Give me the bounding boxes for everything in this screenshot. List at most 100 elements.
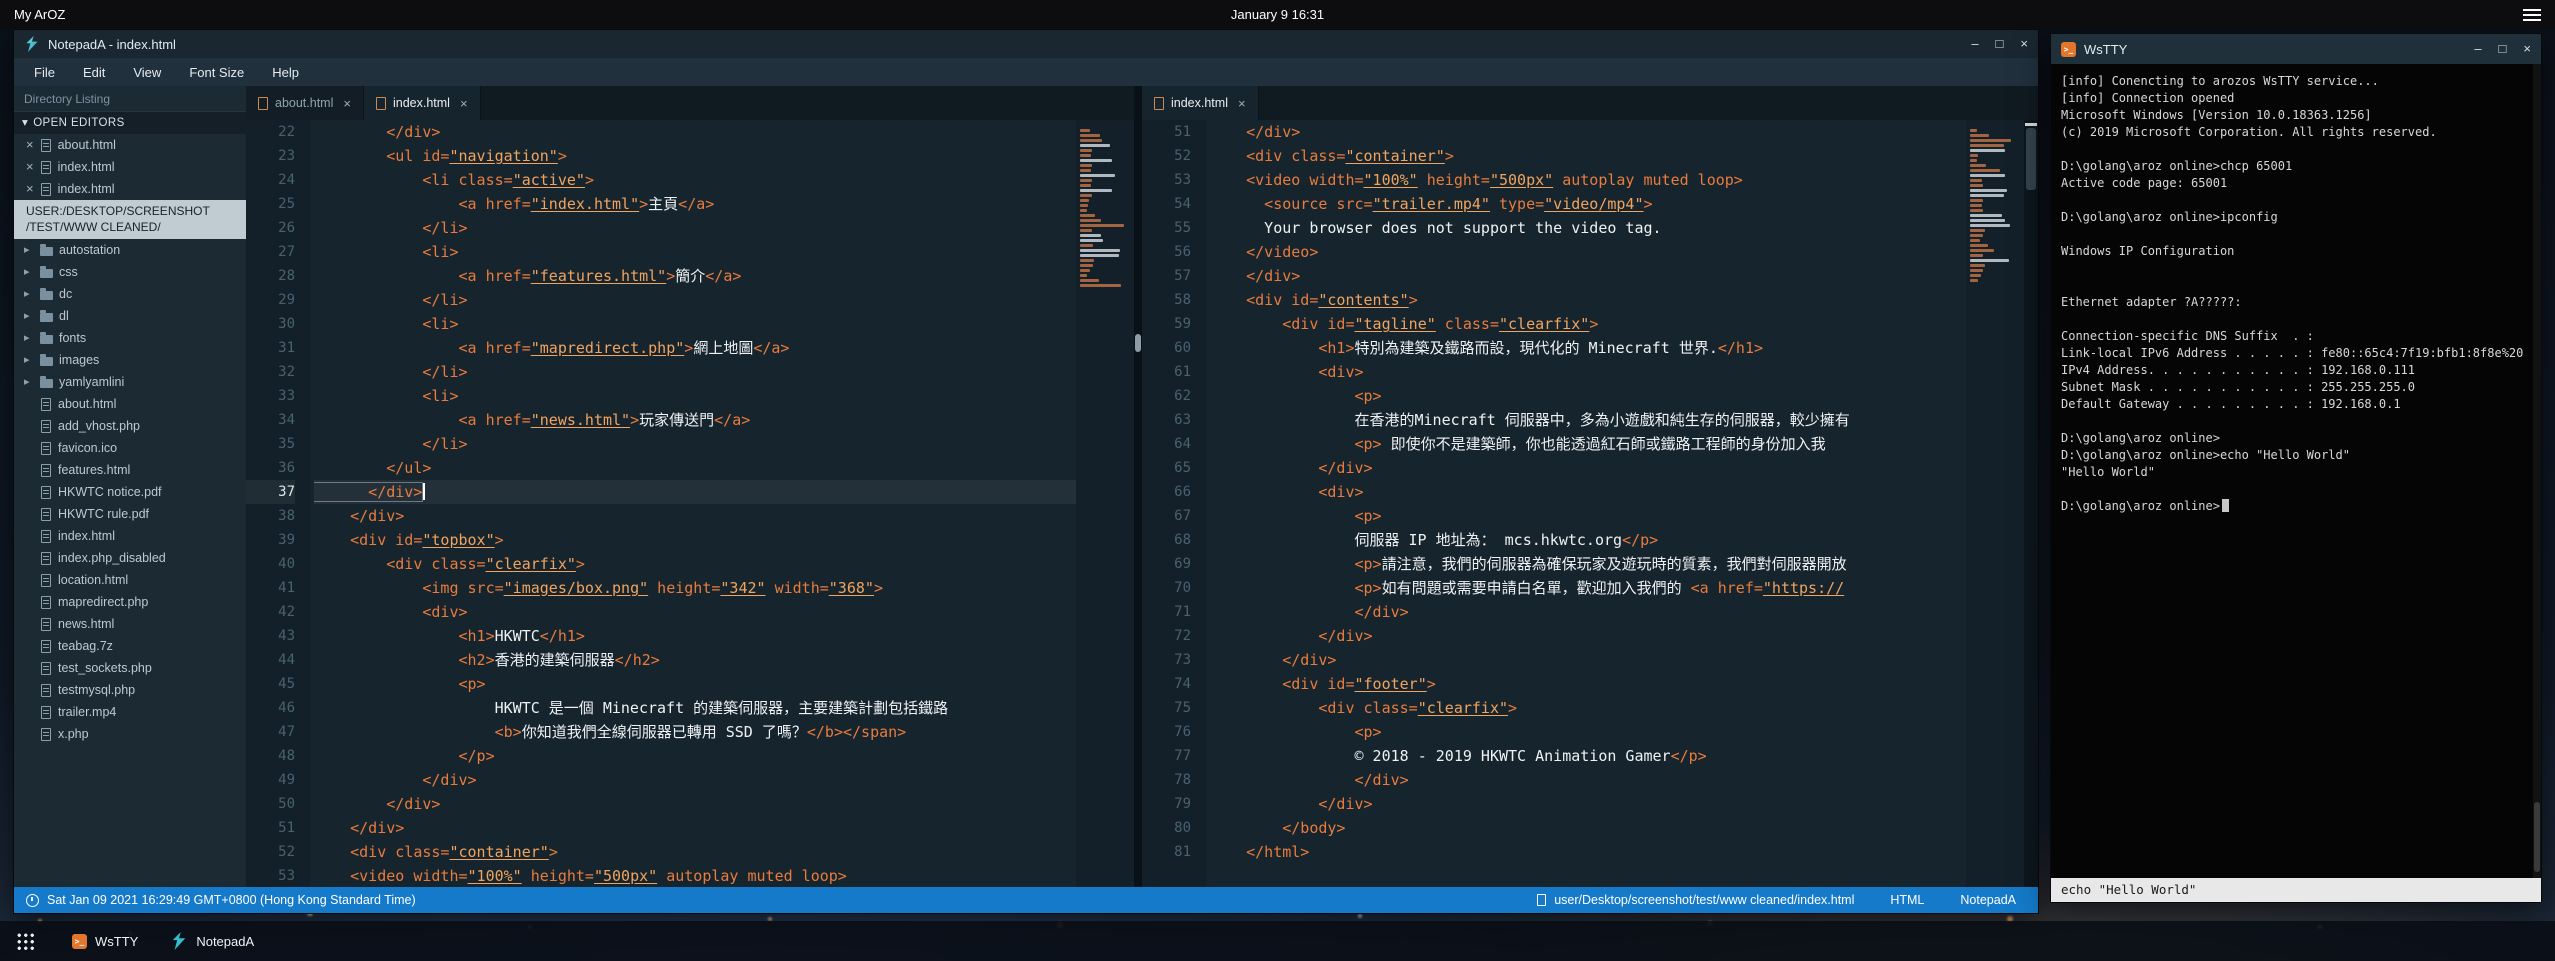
line-number[interactable]: 71 (1142, 600, 1191, 624)
pane-splitter[interactable] (1134, 86, 1142, 887)
line-number[interactable]: 77 (1142, 744, 1191, 768)
line-number[interactable]: 75 (1142, 696, 1191, 720)
code-line[interactable]: <p> 即使你不是建築師，你也能透過紅石師或鐵路工程師的身份加入我 (1210, 432, 1966, 456)
code-line[interactable]: <a href="mapredirect.php">網上地圖</a> (314, 336, 1076, 360)
line-number[interactable]: 28 (246, 264, 295, 288)
code-editor[interactable]: </div> <ul id="navigation"> <li class="a… (310, 120, 1076, 887)
taskbar-item-notepada[interactable]: NotepadA (154, 921, 270, 961)
line-number[interactable]: 53 (246, 864, 295, 888)
tab-about-html[interactable]: about.html × (246, 86, 364, 120)
code-line[interactable]: </div> (1210, 456, 1966, 480)
line-number[interactable]: 81 (1142, 840, 1191, 864)
code-line[interactable]: <div class="container"> (1210, 144, 1966, 168)
line-number[interactable]: 76 (1142, 720, 1191, 744)
line-number[interactable]: 79 (1142, 792, 1191, 816)
line-number[interactable]: 63 (1142, 408, 1191, 432)
line-number[interactable]: 73 (1142, 648, 1191, 672)
code-line[interactable]: <p> (1210, 504, 1966, 528)
sidebar-file-item[interactable]: HKWTC rule.pdf (14, 503, 246, 525)
line-number[interactable]: 74 (1142, 672, 1191, 696)
code-line[interactable]: </li> (314, 288, 1076, 312)
code-area[interactable]: 2223242526272829303132333435363738394041… (246, 120, 1134, 887)
minimap[interactable] (1966, 120, 2024, 887)
line-number[interactable]: 51 (246, 816, 295, 840)
sidebar-folder-item[interactable]: ▸autostation (14, 239, 246, 261)
line-number[interactable]: 32 (246, 360, 295, 384)
code-line[interactable]: <li> (314, 384, 1076, 408)
line-number[interactable]: 26 (246, 216, 295, 240)
code-line[interactable]: </li> (314, 360, 1076, 384)
sidebar-file-item[interactable]: add_vhost.php (14, 415, 246, 437)
code-line[interactable]: </div> (314, 120, 1076, 144)
code-line[interactable]: </div> (1210, 768, 1966, 792)
line-number[interactable]: 78 (1142, 768, 1191, 792)
vertical-scrollbar[interactable] (2024, 120, 2038, 887)
code-line[interactable]: </div> (1210, 120, 1966, 144)
code-line[interactable]: </body> (1210, 816, 1966, 840)
code-line[interactable]: <p>請注意，我們的伺服器為確保玩家及遊玩時的質素，我們對伺服器開放 (1210, 552, 1966, 576)
line-number[interactable]: 47 (246, 720, 295, 744)
code-line[interactable]: <b>你知道我們全線伺服器已轉用 SSD 了嗎？</b></span> (314, 720, 1076, 744)
sidebar-file-item[interactable]: about.html (14, 393, 246, 415)
code-line[interactable]: <li class="active"> (314, 168, 1076, 192)
sidebar-folder-item[interactable]: ▸dc (14, 283, 246, 305)
taskbar-item-wstty[interactable]: WsTTY (56, 921, 154, 961)
close-button[interactable]: × (2020, 30, 2028, 58)
menu-item-help[interactable]: Help (258, 58, 313, 86)
code-line[interactable]: <div class="container"> (314, 840, 1076, 864)
line-number[interactable]: 31 (246, 336, 295, 360)
sidebar-folder-item[interactable]: ▸dl (14, 305, 246, 327)
line-number[interactable]: 46 (246, 696, 295, 720)
code-line[interactable]: <ul id="navigation"> (314, 144, 1076, 168)
menu-item-file[interactable]: File (20, 58, 69, 86)
sidebar-file-item[interactable]: index.php_disabled (14, 547, 246, 569)
line-number[interactable]: 70 (1142, 576, 1191, 600)
code-line[interactable]: <p> (1210, 720, 1966, 744)
code-line[interactable]: </div> (1210, 648, 1966, 672)
sidebar-file-item[interactable]: HKWTC notice.pdf (14, 481, 246, 503)
code-line[interactable]: </div> (314, 792, 1076, 816)
code-line[interactable]: <div> (1210, 360, 1966, 384)
code-line[interactable]: <div class="clearfix"> (1210, 696, 1966, 720)
line-number[interactable]: 30 (246, 312, 295, 336)
code-editor[interactable]: </div> <div class="container"> <video wi… (1206, 120, 1966, 887)
line-number[interactable]: 58 (1142, 288, 1191, 312)
maximize-button[interactable]: □ (2499, 35, 2507, 63)
open-editors-header[interactable]: ▾ OPEN EDITORS (14, 112, 246, 134)
sidebar-file-item[interactable]: news.html (14, 613, 246, 635)
scrollbar-thumb[interactable] (2534, 802, 2540, 872)
line-number[interactable]: 35 (246, 432, 295, 456)
close-tab-icon[interactable]: × (460, 96, 468, 111)
code-area[interactable]: 5152535455565758596061626364656667686970… (1142, 120, 2038, 887)
minimize-button[interactable]: – (1971, 30, 1978, 58)
notepad-titlebar[interactable]: NotepadA - index.html – □ × (14, 30, 2038, 58)
code-line[interactable]: <h1>HKWTC</h1> (314, 624, 1076, 648)
code-line[interactable]: <div> (1210, 480, 1966, 504)
code-line[interactable]: Your browser does not support the video … (1210, 216, 1966, 240)
open-editor-item[interactable]: ×about.html (14, 134, 246, 156)
code-line[interactable]: <h1>特別為建築及鐵路而設，現代化的 Minecraft 世界.</h1> (1210, 336, 1966, 360)
code-line[interactable]: </div> (314, 504, 1076, 528)
close-button[interactable]: × (2523, 35, 2531, 63)
line-number[interactable]: 62 (1142, 384, 1191, 408)
code-line[interactable]: </li> (314, 216, 1076, 240)
line-number[interactable]: 29 (246, 288, 295, 312)
code-line[interactable]: <p> (314, 672, 1076, 696)
line-number[interactable]: 22 (246, 120, 295, 144)
line-number[interactable]: 41 (246, 576, 295, 600)
code-line[interactable]: </div> (1210, 600, 1966, 624)
line-number[interactable]: 56 (1142, 240, 1191, 264)
sidebar-file-item[interactable]: location.html (14, 569, 246, 591)
tab-index-html-right[interactable]: index.html × (1142, 86, 1259, 120)
line-number[interactable]: 24 (246, 168, 295, 192)
code-line[interactable]: </p> (314, 744, 1076, 768)
sidebar-folder-item[interactable]: ▸images (14, 349, 246, 371)
code-line[interactable]: <div> (314, 600, 1076, 624)
line-number[interactable]: 23 (246, 144, 295, 168)
menu-item-view[interactable]: View (119, 58, 175, 86)
code-line[interactable]: <div class="clearfix"> (314, 552, 1076, 576)
code-line[interactable]: <li> (314, 240, 1076, 264)
code-line[interactable]: <h2>香港的建築伺服器</h2> (314, 648, 1076, 672)
code-line[interactable]: <a href="features.html">簡介</a> (314, 264, 1076, 288)
line-number[interactable]: 54 (1142, 192, 1191, 216)
